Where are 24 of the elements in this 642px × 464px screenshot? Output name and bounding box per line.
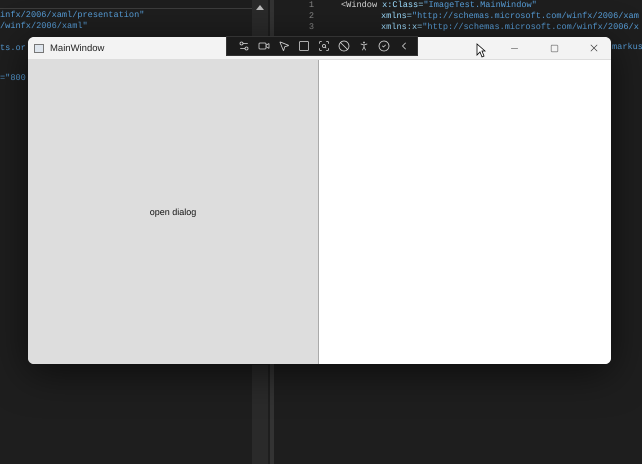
square-icon[interactable] xyxy=(297,39,311,53)
line-number: 1 xyxy=(308,0,314,11)
settings-icon[interactable] xyxy=(237,39,251,53)
code-line: ts.or xyxy=(0,43,26,54)
open-dialog-button[interactable]: open dialog xyxy=(28,60,319,364)
code-line: infx/2006/xaml/presentation" xyxy=(0,10,144,21)
window-title: MainWindow xyxy=(50,42,104,54)
code-line: <Window x:Class="ImageTest.MainWindow" xyxy=(341,0,538,11)
line-number: 3 xyxy=(308,22,314,33)
code-line: ="800 xyxy=(0,73,26,84)
code-line: /winfx/2006/xaml" xyxy=(0,21,88,32)
ban-icon[interactable] xyxy=(337,39,351,53)
scan-icon[interactable] xyxy=(317,39,331,53)
maximize-icon[interactable] xyxy=(550,44,558,52)
line-number: 2 xyxy=(308,11,314,22)
code-line: markus xyxy=(612,42,642,53)
scroll-up-icon[interactable] xyxy=(255,3,265,11)
pointer-icon[interactable] xyxy=(277,39,291,53)
code-line: xmlns="http://schemas.microsoft.com/winfx/2006/xam xyxy=(381,11,640,22)
check-icon[interactable] xyxy=(377,39,391,53)
scrollbar[interactable] xyxy=(252,0,268,36)
close-icon[interactable] xyxy=(588,42,600,54)
code-line: xmlns:x="http://schemas.microsoft.com/winfx/2006/x xyxy=(381,22,640,33)
window-icon xyxy=(34,44,44,52)
